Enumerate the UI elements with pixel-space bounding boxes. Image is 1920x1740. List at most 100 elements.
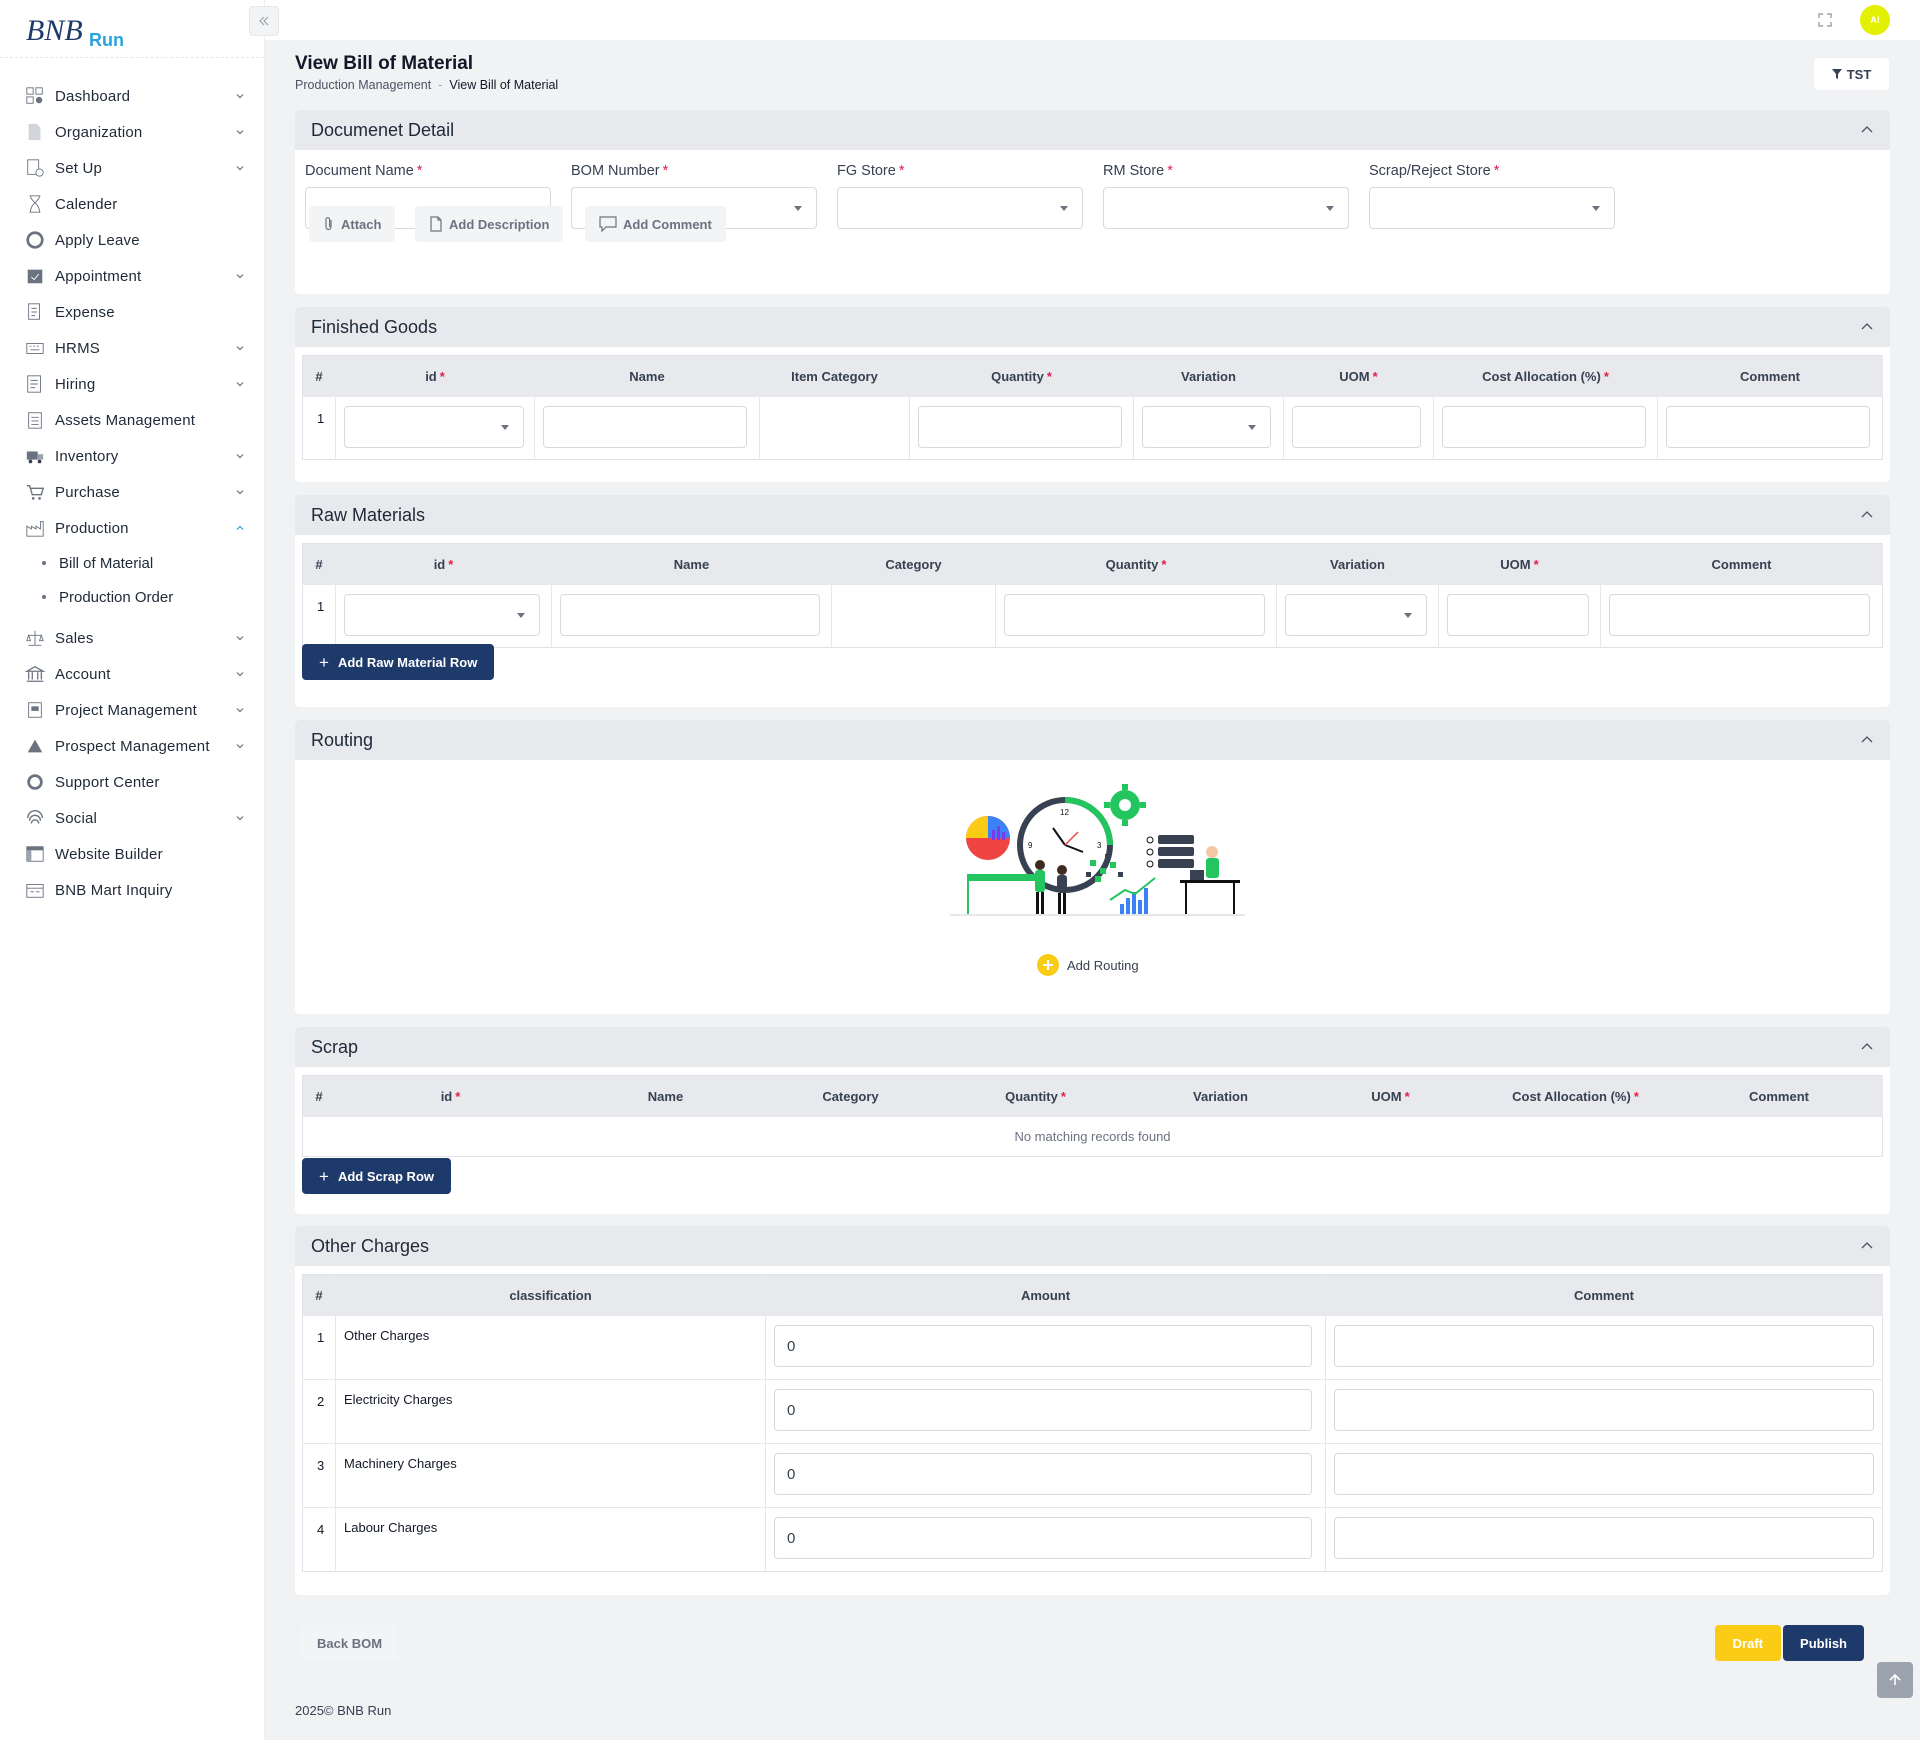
sidebar-item-assets-management[interactable]: Assets Management	[0, 402, 264, 438]
sidebar-item-expense[interactable]: Expense	[0, 294, 264, 330]
comment-input[interactable]	[1334, 1325, 1874, 1367]
fg-id-select[interactable]	[344, 406, 524, 448]
sidebar-item-calender[interactable]: Calender	[0, 186, 264, 222]
sidebar-item-bnb-mart-inquiry[interactable]: BNB Mart Inquiry	[0, 872, 264, 908]
scroll-top-button[interactable]	[1877, 1662, 1913, 1698]
sidebar-item-hiring[interactable]: Hiring	[0, 366, 264, 402]
back-bom-button[interactable]: Back BOM	[301, 1625, 399, 1661]
rm-id-select[interactable]	[344, 594, 540, 636]
select-input[interactable]	[1103, 187, 1349, 229]
sidebar-item-purchase[interactable]: Purchase	[0, 474, 264, 510]
bullet-icon	[42, 595, 46, 599]
sidebar-item-social[interactable]: Social	[0, 800, 264, 836]
rm-comment-input[interactable]	[1609, 594, 1870, 636]
select-input[interactable]	[1369, 187, 1615, 229]
sidebar-item-support-center[interactable]: Support Center	[0, 764, 264, 800]
chevron-down-icon	[236, 744, 244, 749]
fg-quantity-input[interactable]	[918, 406, 1122, 448]
sidebar-item-apply-leave[interactable]: Apply Leave	[0, 222, 264, 258]
sidebar-item-appointment[interactable]: Appointment	[0, 258, 264, 294]
comment-input[interactable]	[1334, 1389, 1874, 1431]
column-header: UOM *	[1438, 543, 1601, 585]
sidebar-item-sales[interactable]: Sales	[0, 620, 264, 656]
field-label: Document Name *	[305, 163, 423, 179]
comment-input[interactable]	[1334, 1517, 1874, 1559]
collapse-sidebar-button[interactable]	[249, 6, 279, 36]
column-header: UOM *	[1305, 1075, 1476, 1117]
rm-quantity-input[interactable]	[1004, 594, 1265, 636]
sidebar-item-website-builder[interactable]: Website Builder	[0, 836, 264, 872]
add-raw-material-row-button[interactable]: + Add Raw Material Row	[302, 644, 495, 680]
sidebar-subitem-bill-of-material[interactable]: Bill of Material	[0, 546, 264, 580]
amount-input[interactable]: 0	[774, 1389, 1312, 1431]
add-description-button[interactable]: Add Description	[415, 206, 564, 242]
sidebar: BNB Run Dashboard Organization Set Up Calen…	[0, 0, 279, 1740]
sidebar-item-project-management[interactable]: Project Management	[0, 692, 264, 728]
sidebar-item-production[interactable]: Production	[0, 510, 264, 546]
other-charges-header[interactable]: Other Charges	[295, 1226, 1890, 1266]
filter-tst-button[interactable]: TST	[1813, 57, 1890, 91]
fg-name-input[interactable]	[543, 406, 747, 448]
chevron-up-icon[interactable]	[1860, 1040, 1874, 1054]
draft-button[interactable]: Draft	[1714, 1625, 1781, 1661]
bullet-icon	[42, 561, 46, 565]
filter-icon	[1831, 69, 1842, 79]
file-icon	[430, 216, 442, 232]
publish-button[interactable]: Publish	[1783, 1625, 1864, 1661]
amount-input[interactable]: 0	[774, 1517, 1312, 1559]
factory-icon	[26, 521, 44, 537]
rm-name-input[interactable]	[560, 594, 820, 636]
raw-materials-header[interactable]: Raw Materials	[295, 495, 1890, 535]
social-icon	[27, 810, 43, 824]
chevron-up-icon[interactable]	[1860, 1239, 1874, 1253]
add-comment-button[interactable]: Add Comment	[585, 206, 726, 242]
column-header: classification	[335, 1274, 766, 1316]
rm-variation-select[interactable]	[1285, 594, 1427, 636]
sidebar-subitem-production-order[interactable]: Production Order	[0, 580, 264, 614]
sidebar-item-label: Sales	[55, 629, 94, 647]
sidebar-item-organization[interactable]: Organization	[0, 114, 264, 150]
breadcrumb-item-production[interactable]: Production Management	[295, 78, 431, 92]
fg-variation-select[interactable]	[1142, 406, 1271, 448]
sidebar-item-set-up[interactable]: Set Up	[0, 150, 264, 186]
add-routing-button[interactable]: Add Routing	[1037, 954, 1139, 976]
chevron-up-icon[interactable]	[1860, 508, 1874, 522]
comment-input[interactable]	[1334, 1453, 1874, 1495]
attach-button[interactable]: Attach	[309, 206, 396, 242]
sidebar-item-account[interactable]: Account	[0, 656, 264, 692]
fg-uom-input[interactable]	[1292, 406, 1421, 448]
sidebar-item-label: Apply Leave	[55, 231, 140, 249]
chevron-up-icon[interactable]	[1860, 320, 1874, 334]
routing-header[interactable]: Routing	[295, 720, 1890, 760]
avatar[interactable]: A!	[1860, 5, 1890, 35]
sidebar-item-label: Production	[55, 519, 129, 537]
fg-comment-input[interactable]	[1666, 406, 1870, 448]
sidebar-item-prospect-management[interactable]: Prospect Management	[0, 728, 264, 764]
finished-goods-header[interactable]: Finished Goods	[295, 307, 1890, 347]
logo[interactable]: BNB Run	[0, 0, 264, 58]
sidebar-item-hrms[interactable]: HRMS	[0, 330, 264, 366]
document-detail-header[interactable]: Documenet Detail	[295, 110, 1890, 150]
rm-uom-input[interactable]	[1447, 594, 1589, 636]
sidebar-item-inventory[interactable]: Inventory	[0, 438, 264, 474]
sidebar-item-label: Purchase	[55, 483, 120, 501]
double-chevron-left-icon	[259, 16, 269, 26]
add-scrap-row-button[interactable]: + Add Scrap Row	[302, 1158, 452, 1194]
keyboard-icon	[26, 343, 44, 354]
chevron-up-icon[interactable]	[1860, 733, 1874, 747]
field-label: RM Store *	[1103, 163, 1173, 179]
amount-input[interactable]: 0	[774, 1453, 1312, 1495]
chevron-up-icon[interactable]	[1860, 123, 1874, 137]
scrap-card: Scrap # id * Name Category Quantity * Variation…	[295, 1027, 1890, 1214]
select-input[interactable]	[837, 187, 1083, 229]
row-number: 1	[302, 396, 336, 460]
sidebar-item-label: BNB Mart Inquiry	[55, 881, 173, 899]
truck-icon	[26, 451, 44, 464]
calendar-check-icon	[27, 269, 43, 284]
scrap-header[interactable]: Scrap	[295, 1027, 1890, 1067]
amount-input[interactable]: 0	[774, 1325, 1312, 1367]
fullscreen-icon[interactable]	[1817, 12, 1833, 28]
sidebar-item-dashboard[interactable]: Dashboard	[0, 78, 264, 114]
fg-cost-allocation-input[interactable]	[1442, 406, 1646, 448]
lifebuoy-icon	[26, 231, 44, 249]
